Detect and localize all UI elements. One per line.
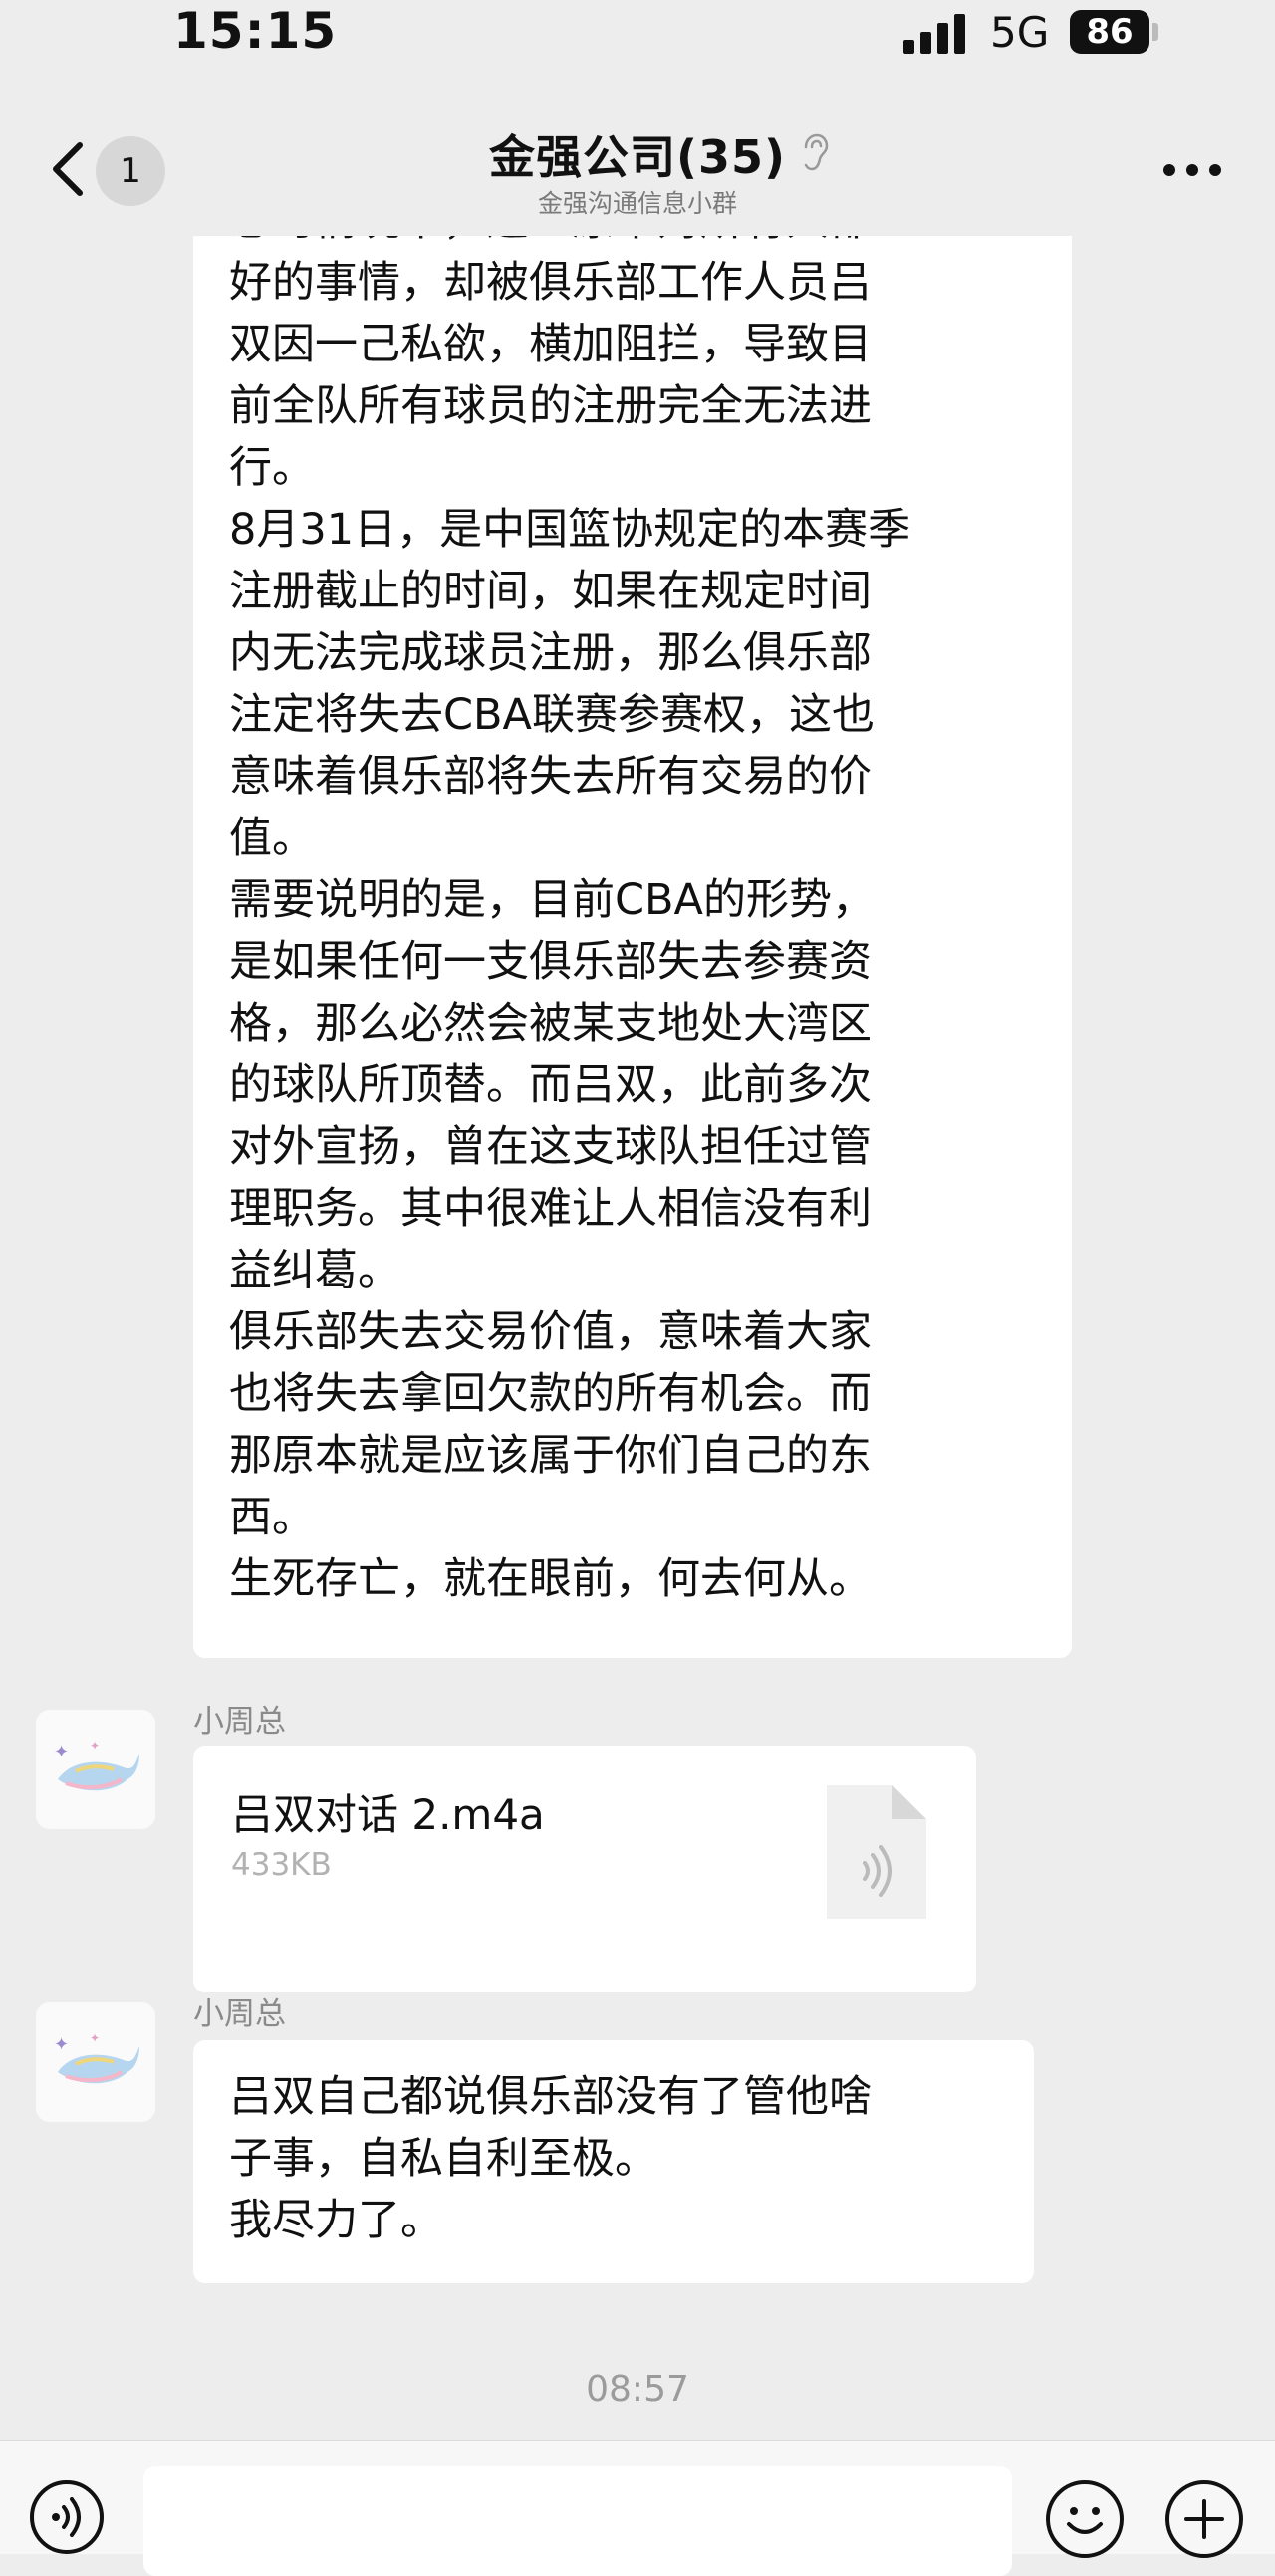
file-size: 433KB (231, 1847, 332, 1883)
status-bar: 15:15 5G 86 (0, 0, 1275, 70)
message-text: 吕双自己都说俱乐部没有了管他啥 子事，自私自利至极。 我尽力了。 (229, 2072, 872, 2245)
svg-text:✦: ✦ (54, 2034, 69, 2055)
file-message-bubble[interactable]: 吕双对话 2.m4a 433KB (193, 1746, 976, 1992)
avatar[interactable]: ✦ ✦ (36, 1710, 155, 1829)
whale-avatar-icon: ✦ ✦ (36, 2002, 155, 2122)
sender-name: 小周总 (193, 1704, 286, 1740)
chat-title-text: 金强公司(35) (488, 130, 787, 184)
message-bubble[interactable]: 吕双自己都说俱乐部没有了管他啥 子事，自私自利至极。 我尽力了。 (193, 2040, 1034, 2283)
svg-text:✦: ✦ (54, 1742, 69, 1762)
battery-icon: 86 (1070, 10, 1149, 54)
svg-text:✦: ✦ (90, 1739, 100, 1753)
plus-button[interactable] (1165, 2480, 1243, 2558)
sender-name: 小周总 (193, 1996, 286, 2032)
network-type: 5G (990, 8, 1050, 57)
message-input[interactable] (143, 2466, 1012, 2576)
message-timestamp: 08:57 (586, 2369, 689, 2410)
svg-text:✦: ✦ (90, 2031, 100, 2045)
chat-title: 金强公司(35) (0, 121, 1275, 187)
status-time: 15:15 (173, 2, 338, 60)
emoji-smile-icon (1067, 2507, 1103, 2534)
battery-level: 86 (1086, 12, 1134, 52)
input-bar (0, 2440, 1275, 2576)
plus-circle-icon (1184, 2499, 1224, 2539)
file-name: 吕双对话 2.m4a (231, 1790, 545, 1839)
voice-wave-icon (52, 2497, 81, 2537)
chat-subtitle: 金强沟通信息小群 (537, 189, 737, 218)
battery-tip (1152, 23, 1158, 41)
whale-avatar-icon: ✦ ✦ (36, 1710, 155, 1829)
signal-strength-icon (903, 14, 967, 54)
ear-mute-icon (804, 133, 829, 171)
avatar[interactable]: ✦ ✦ (36, 2002, 155, 2122)
audio-file-icon (827, 1785, 926, 1919)
more-dots-icon[interactable] (1163, 164, 1221, 178)
voice-toggle-button[interactable] (30, 2480, 104, 2554)
chat-area[interactable]: 息时情况下，这一原本对所有人都 好的事情，却被俱乐部工作人员吕 双因一己私欲，横… (0, 236, 1275, 2427)
message-bubble-long[interactable]: 息时情况下，这一原本对所有人都 好的事情，却被俱乐部工作人员吕 双因一己私欲，横… (193, 236, 1072, 1658)
emoji-button[interactable] (1046, 2480, 1124, 2558)
message-cropped-line: 息时情况下，这一原本对所有人都 (229, 236, 1042, 252)
message-text: 好的事情，却被俱乐部工作人员吕 双因一己私欲，横加阻拦，导致目 前全队所有球员的… (229, 258, 911, 1604)
